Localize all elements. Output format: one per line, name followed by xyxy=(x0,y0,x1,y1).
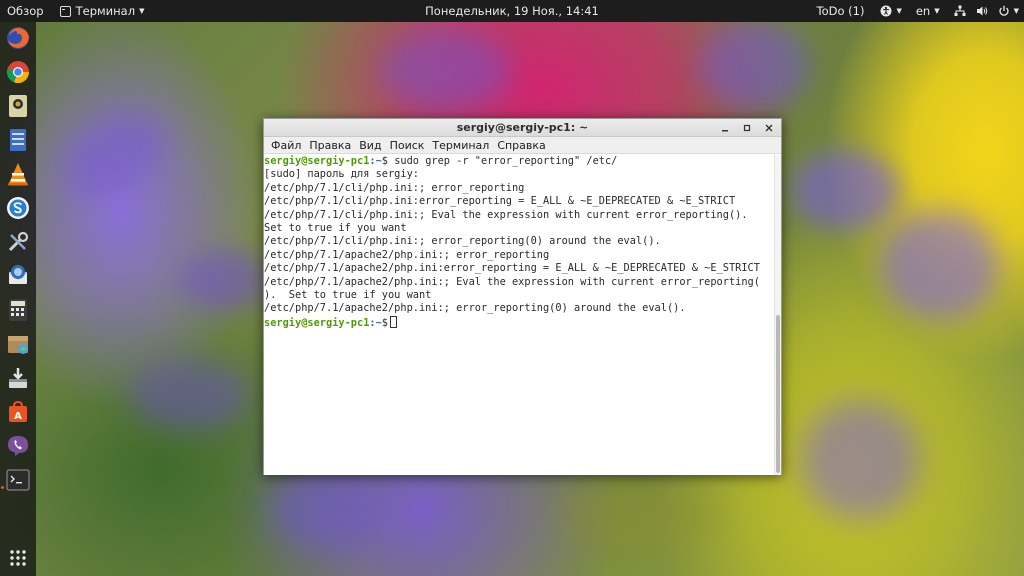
dock-tools[interactable] xyxy=(4,228,32,256)
scrollbar-thumb[interactable] xyxy=(776,315,780,473)
network-icon-button[interactable] xyxy=(949,0,971,22)
chevron-down-icon: ▼ xyxy=(934,7,940,15)
output-line: /etc/php/7.1/apache2/php.ini:error_repor… xyxy=(264,262,760,275)
volume-icon xyxy=(976,6,987,16)
firefox-icon xyxy=(7,27,29,49)
minimize-button[interactable] xyxy=(719,122,731,134)
skype-icon xyxy=(7,197,29,219)
dock-skype[interactable] xyxy=(4,194,32,222)
dock: A xyxy=(0,22,36,576)
dock-files[interactable] xyxy=(4,126,32,154)
dock-vlc[interactable] xyxy=(4,160,32,188)
text-cursor xyxy=(390,315,397,328)
language-label: en xyxy=(915,4,931,18)
prompt-path: :~ xyxy=(369,155,382,167)
menu-bar: Файл Правка Вид Поиск Терминал Справка xyxy=(264,137,781,154)
top-bar: Обзор Терминал ▼ Понедельник, 19 Ноя., 1… xyxy=(0,0,1024,22)
minimize-icon xyxy=(722,130,728,132)
dock-installer[interactable] xyxy=(4,364,32,392)
maximize-button[interactable] xyxy=(741,122,753,134)
power-menu[interactable]: ▼ xyxy=(993,0,1024,22)
terminal-scrollbar[interactable] xyxy=(774,155,781,475)
current-prompt: sergiy@sergiy-pc1:~$ xyxy=(264,315,775,329)
svg-text:A: A xyxy=(14,411,22,422)
prompt-symbol: $ xyxy=(381,316,388,329)
menu-help[interactable]: Справка xyxy=(493,137,549,154)
todo-label: ToDo (1) xyxy=(816,4,865,18)
thunderbird-icon xyxy=(8,265,28,284)
output-line: /etc/php/7.1/apache2/php.ini:; Eval the … xyxy=(264,275,760,288)
dock-firefox[interactable] xyxy=(4,24,32,52)
command-line: sergiy@sergiy-pc1:~$ sudo grep -r "error… xyxy=(264,155,775,168)
dock-calculator[interactable] xyxy=(4,296,32,324)
todo-indicator[interactable]: ToDo (1) xyxy=(812,0,870,22)
menu-search[interactable]: Поиск xyxy=(386,137,429,154)
accessibility-menu[interactable]: ▼ xyxy=(875,0,906,22)
prompt-path: :~ xyxy=(369,316,382,329)
archive-icon xyxy=(8,336,28,354)
output-line: [sudo] пароль для sergiy: xyxy=(264,168,419,181)
prompt-user: sergiy@sergiy-pc1 xyxy=(264,316,370,329)
chevron-down-icon: ▼ xyxy=(896,7,902,15)
show-apps-button[interactable] xyxy=(4,544,32,572)
language-menu[interactable]: en ▼ xyxy=(911,0,945,22)
dock-viber[interactable] xyxy=(4,432,32,460)
output-line: /etc/php/7.1/apache2/php.ini:; error_rep… xyxy=(264,302,686,315)
window-title: sergiy@sergiy-pc1: ~ xyxy=(456,121,589,134)
maximize-icon xyxy=(743,124,751,132)
close-button[interactable] xyxy=(763,122,775,134)
volume-icon-button[interactable] xyxy=(971,0,993,22)
dock-terminal[interactable] xyxy=(4,466,32,494)
notes-icon xyxy=(9,95,27,117)
terminal-window: sergiy@sergiy-pc1: ~ Файл Правка Вид Пои… xyxy=(263,118,782,475)
terminal-app-icon xyxy=(59,5,71,17)
installer-icon xyxy=(9,368,27,388)
viber-icon xyxy=(8,436,28,456)
menu-view[interactable]: Вид xyxy=(355,137,385,154)
output-line: /etc/php/7.1/cli/php.ini:; Eval the expr… xyxy=(264,208,748,221)
chevron-down-icon: ▼ xyxy=(1013,7,1019,15)
output-line: /etc/php/7.1/cli/php.ini:; error_reporti… xyxy=(264,181,525,194)
files-icon xyxy=(10,129,26,151)
output-line: /etc/php/7.1/cli/php.ini:; error_reporti… xyxy=(264,235,661,248)
output-line: Set to true if you want xyxy=(264,221,407,234)
clock-button[interactable]: Понедельник, 19 Ноя., 14:41 xyxy=(425,4,599,18)
dock-chrome[interactable] xyxy=(4,58,32,86)
prompt-user: sergiy@sergiy-pc1 xyxy=(264,155,370,167)
terminal-icon xyxy=(6,469,30,491)
dock-software-center[interactable]: A xyxy=(4,398,32,426)
menu-edit[interactable]: Правка xyxy=(305,137,355,154)
app-menu-label: Терминал xyxy=(75,4,136,18)
activities-label: Обзор xyxy=(7,4,44,18)
dock-notes[interactable] xyxy=(4,92,32,120)
chevron-down-icon: ▼ xyxy=(139,7,145,15)
output-line: ). Set to true if you want xyxy=(264,288,432,301)
calculator-icon xyxy=(9,299,27,321)
system-tray: ToDo (1) ▼ en ▼ ▼ xyxy=(812,0,1024,22)
software-center-icon: A xyxy=(9,400,27,422)
chrome-icon xyxy=(7,61,30,84)
dock-archive[interactable] xyxy=(4,330,32,358)
window-controls xyxy=(719,119,775,137)
activities-button[interactable]: Обзор xyxy=(0,0,50,22)
terminal-output[interactable]: sergiy@sergiy-pc1:~$ sudo grep -r "error… xyxy=(264,155,775,475)
output-line: /etc/php/7.1/cli/php.ini:error_reporting… xyxy=(264,195,736,208)
network-icon xyxy=(954,5,966,16)
vlc-icon xyxy=(8,163,28,186)
accessibility-icon xyxy=(880,5,892,17)
command-text: $ sudo grep -r "error_reporting" /etc/ xyxy=(381,155,618,167)
show-apps-icon xyxy=(10,550,26,566)
app-menu-button[interactable]: Терминал ▼ xyxy=(54,0,151,22)
window-titlebar[interactable]: sergiy@sergiy-pc1: ~ xyxy=(264,119,781,137)
menu-file[interactable]: Файл xyxy=(267,137,305,154)
output-line: /etc/php/7.1/apache2/php.ini:; error_rep… xyxy=(264,248,550,261)
tools-icon xyxy=(8,231,29,252)
dock-thunderbird[interactable] xyxy=(4,262,32,290)
menu-terminal[interactable]: Терминал xyxy=(428,137,493,154)
close-icon xyxy=(765,124,773,132)
power-icon xyxy=(998,5,1009,16)
